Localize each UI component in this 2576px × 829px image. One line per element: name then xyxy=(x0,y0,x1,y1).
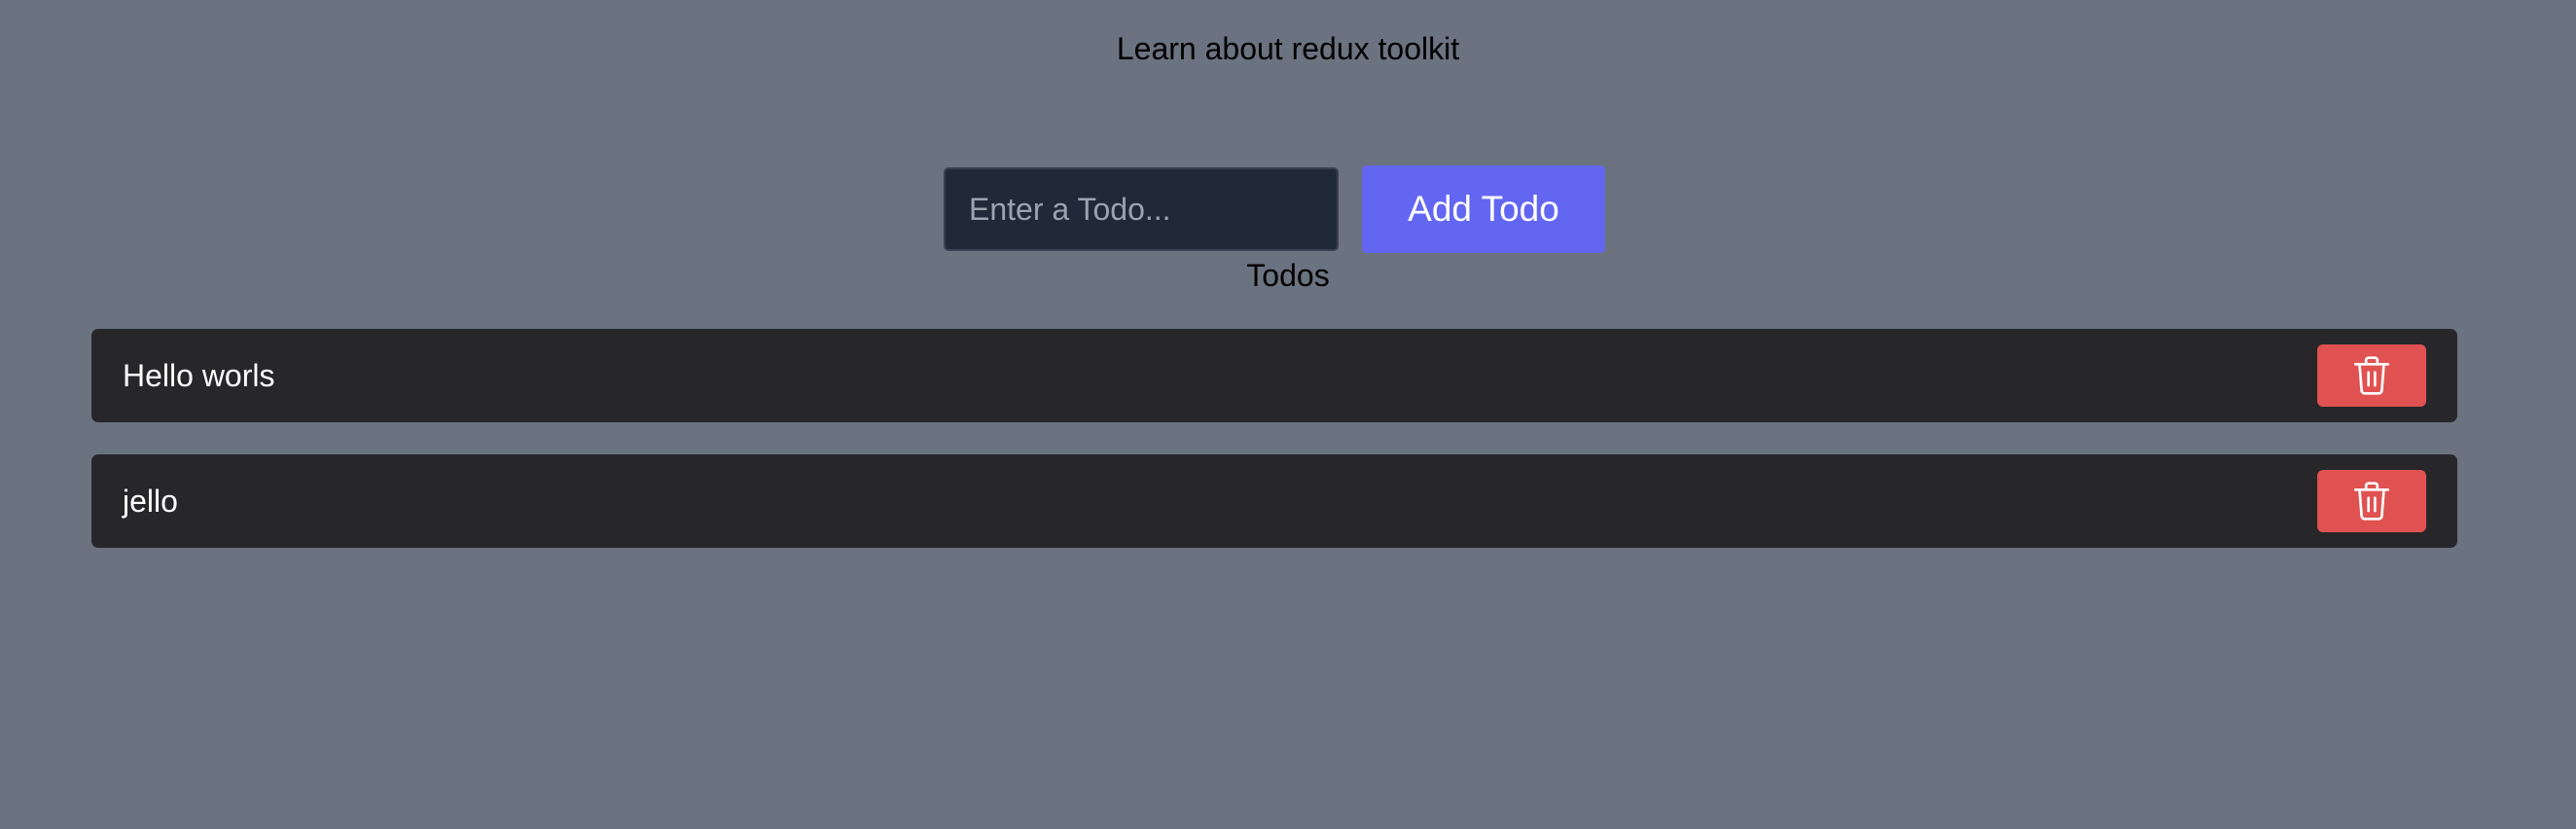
todo-item: Hello worls xyxy=(91,329,2457,422)
todo-text: Hello worls xyxy=(123,357,275,393)
delete-todo-button[interactable] xyxy=(2317,470,2426,532)
delete-todo-button[interactable] xyxy=(2317,344,2426,407)
add-todo-form: Add Todo xyxy=(944,165,1605,253)
trash-icon xyxy=(2354,356,2389,395)
page-title: Learn about redux toolkit xyxy=(1116,31,1460,66)
trash-icon xyxy=(2354,482,2389,521)
add-todo-button[interactable]: Add Todo xyxy=(1362,165,1605,253)
todo-text: jello xyxy=(123,483,178,519)
todo-item: jello xyxy=(91,454,2457,548)
todo-list: Hello worls jello xyxy=(91,329,2457,580)
todo-input[interactable] xyxy=(944,167,1339,251)
todos-heading: Todos xyxy=(1246,258,1330,293)
